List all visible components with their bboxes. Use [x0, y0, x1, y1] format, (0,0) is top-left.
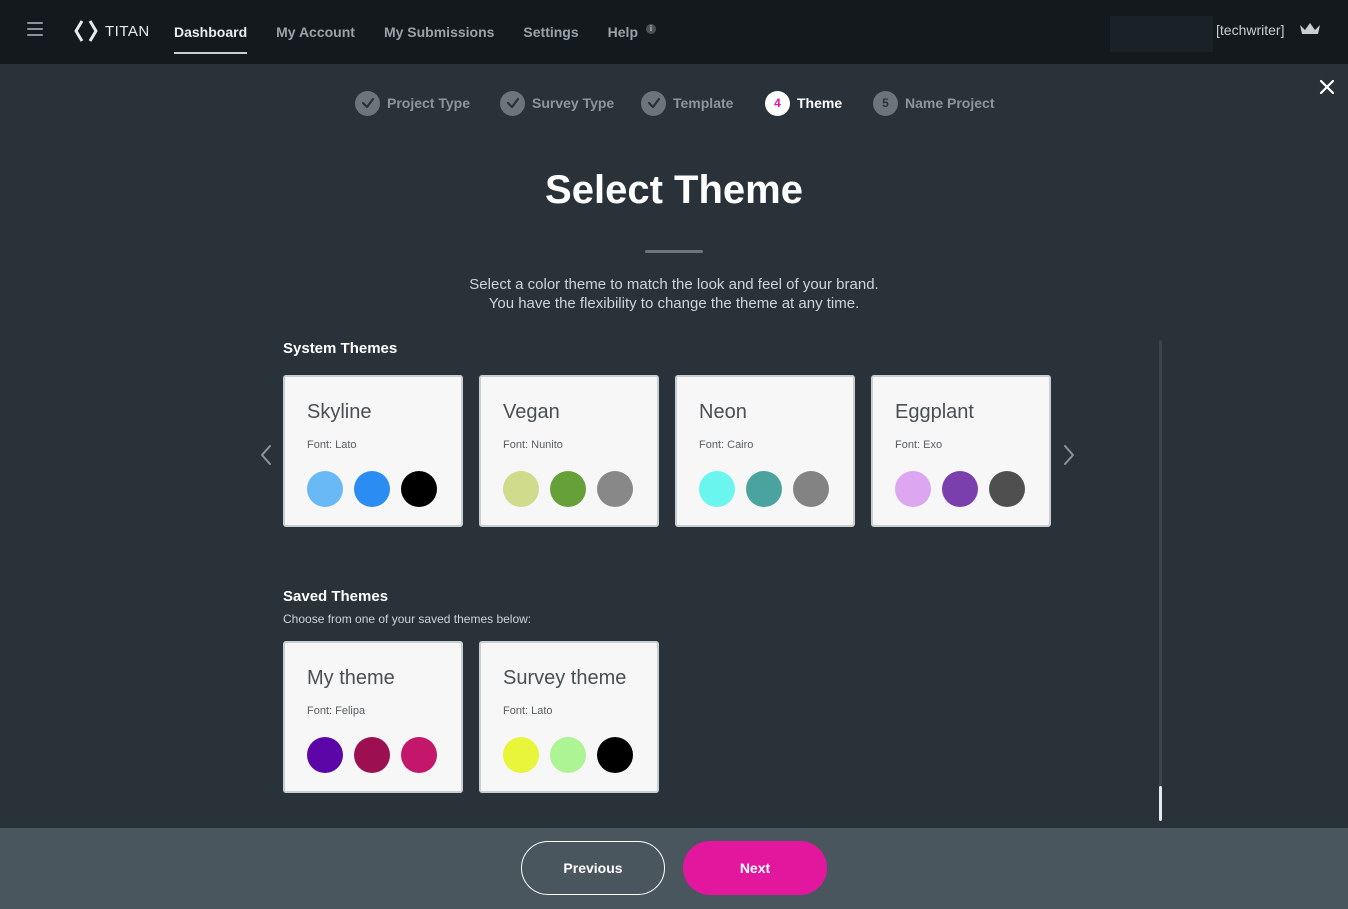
- user-avatar-placeholder[interactable]: [1110, 16, 1213, 52]
- color-swatches: [895, 471, 1025, 507]
- saved-themes-heading: Saved Themes: [283, 588, 389, 605]
- theme-name: Neon: [699, 401, 747, 423]
- color-swatch: [550, 471, 586, 507]
- color-swatches: [503, 737, 633, 773]
- scrollbar-thumb[interactable]: [1159, 786, 1162, 821]
- step-label: Name Project: [905, 95, 995, 111]
- next-button[interactable]: Next: [683, 841, 827, 895]
- theme-font: Font: Exo: [895, 439, 943, 451]
- theme-name: Vegan: [503, 401, 560, 423]
- theme-card-vegan[interactable]: Vegan Font: Nunito: [479, 375, 659, 527]
- nav-settings[interactable]: Settings: [523, 0, 578, 64]
- theme-font: Font: Felipa: [307, 705, 366, 717]
- wizard-footer: Previous Next: [0, 828, 1348, 909]
- color-swatches: [699, 471, 829, 507]
- step-survey-type[interactable]: Survey Type: [500, 90, 614, 116]
- step-number: 4: [765, 90, 790, 116]
- titan-logo[interactable]: TITAN: [73, 18, 150, 44]
- scrollbar-track[interactable]: [1159, 340, 1162, 821]
- color-swatch: [401, 471, 437, 507]
- color-swatches: [307, 737, 437, 773]
- color-swatch: [550, 737, 586, 773]
- step-project-type[interactable]: Project Type: [355, 90, 470, 116]
- chevron-left-icon[interactable]: [259, 444, 273, 466]
- top-navigation: TITAN Dashboard My Account My Submission…: [0, 0, 1348, 64]
- nav-my-submissions[interactable]: My Submissions: [384, 0, 494, 64]
- hamburger-menu-icon[interactable]: [27, 22, 43, 36]
- check-icon: [355, 90, 380, 116]
- theme-name: My theme: [307, 667, 395, 689]
- brand-name: TITAN: [105, 22, 150, 40]
- color-swatch: [699, 471, 735, 507]
- color-swatch: [895, 471, 931, 507]
- theme-card-skyline[interactable]: Skyline Font: Lato: [283, 375, 463, 527]
- theme-font: Font: Nunito: [503, 439, 563, 451]
- color-swatch: [503, 737, 539, 773]
- nav-help[interactable]: Help i: [608, 0, 656, 64]
- titan-logo-icon: [74, 20, 98, 42]
- theme-font: Font: Lato: [307, 439, 357, 451]
- crown-icon[interactable]: [1299, 22, 1321, 36]
- theme-card-neon[interactable]: Neon Font: Cairo: [675, 375, 855, 527]
- theme-card-my-theme[interactable]: My theme Font: Felipa: [283, 641, 463, 793]
- theme-card-eggplant[interactable]: Eggplant Font: Exo: [871, 375, 1051, 527]
- step-number: 5: [873, 90, 898, 116]
- step-label: Survey Type: [532, 95, 615, 111]
- color-swatch: [401, 737, 437, 773]
- wizard-stepper: Project Type Survey Type Template 4 Them…: [0, 90, 1348, 116]
- main-nav: Dashboard My Account My Submissions Sett…: [174, 0, 685, 64]
- color-swatch: [354, 737, 390, 773]
- user-name[interactable]: [techwriter]: [1216, 22, 1284, 38]
- color-swatch: [989, 471, 1025, 507]
- system-themes-heading: System Themes: [283, 340, 398, 357]
- chevron-right-icon[interactable]: [1062, 444, 1076, 466]
- check-icon: [641, 90, 666, 116]
- title-divider: [645, 250, 703, 253]
- subtitle-line: Select a color theme to match the look a…: [469, 276, 879, 293]
- color-swatch: [307, 737, 343, 773]
- color-swatch: [942, 471, 978, 507]
- previous-button[interactable]: Previous: [521, 841, 665, 895]
- step-name-project[interactable]: 5 Name Project: [873, 90, 994, 116]
- theme-card-survey-theme[interactable]: Survey theme Font: Lato: [479, 641, 659, 793]
- color-swatches: [307, 471, 437, 507]
- color-swatch: [597, 737, 633, 773]
- step-template[interactable]: Template: [641, 90, 733, 116]
- subtitle-line: You have the flexibility to change the t…: [488, 295, 860, 312]
- color-swatch: [307, 471, 343, 507]
- theme-name: Skyline: [307, 401, 372, 423]
- color-swatch: [793, 471, 829, 507]
- check-icon: [500, 90, 525, 116]
- color-swatch: [597, 471, 633, 507]
- theme-name: Eggplant: [895, 401, 974, 423]
- color-swatch: [503, 471, 539, 507]
- nav-my-account[interactable]: My Account: [276, 0, 355, 64]
- step-theme[interactable]: 4 Theme: [765, 90, 842, 116]
- theme-name: Survey theme: [503, 667, 627, 689]
- page-subtitle: Select a color theme to match the look a…: [0, 275, 1348, 313]
- color-swatch: [746, 471, 782, 507]
- color-swatch: [354, 471, 390, 507]
- info-icon: i: [646, 24, 656, 34]
- theme-font: Font: Cairo: [699, 439, 754, 451]
- step-label: Template: [673, 95, 734, 111]
- step-label: Project Type: [387, 95, 470, 111]
- saved-themes-description: Choose from one of your saved themes bel…: [283, 612, 532, 626]
- theme-font: Font: Lato: [503, 705, 553, 717]
- step-label: Theme: [797, 95, 843, 111]
- page-title: Select Theme: [545, 168, 803, 212]
- nav-help-label: Help: [607, 24, 638, 40]
- color-swatches: [503, 471, 633, 507]
- nav-dashboard[interactable]: Dashboard: [174, 0, 248, 64]
